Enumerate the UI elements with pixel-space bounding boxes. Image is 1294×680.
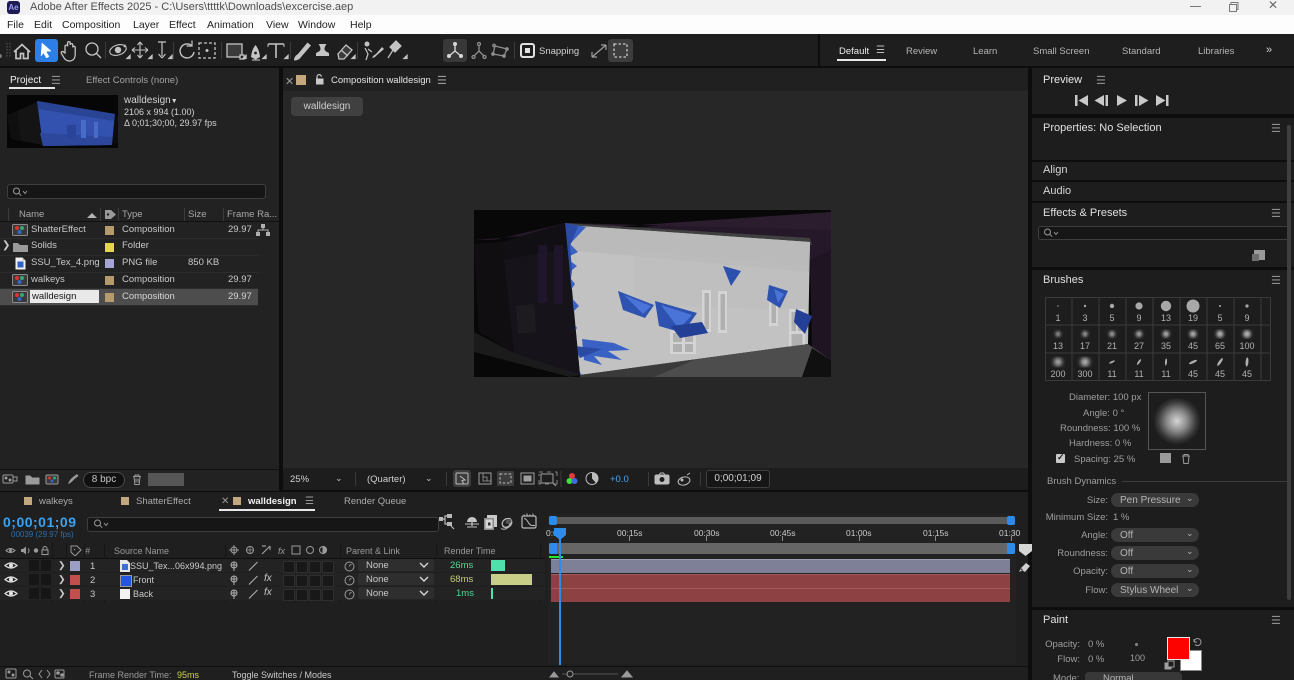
svg-text:19: 19 (1188, 313, 1198, 323)
svg-text:13: 13 (1161, 313, 1171, 323)
svg-text:200: 200 (1050, 369, 1065, 379)
svg-text:17: 17 (1080, 341, 1090, 351)
svg-text:45: 45 (1188, 341, 1198, 351)
svg-text:9: 9 (1136, 313, 1141, 323)
svg-text:45: 45 (1188, 369, 1198, 379)
svg-text:11: 11 (1134, 369, 1143, 379)
svg-text:65: 65 (1215, 341, 1225, 351)
svg-text:100: 100 (1239, 341, 1254, 351)
svg-text:5: 5 (1109, 313, 1114, 323)
svg-text:45: 45 (1215, 369, 1225, 379)
svg-text:9: 9 (1244, 313, 1249, 323)
svg-text:21: 21 (1107, 341, 1117, 351)
svg-text:27: 27 (1134, 341, 1144, 351)
svg-text:fx: fx (278, 546, 286, 556)
svg-text:5: 5 (1217, 313, 1222, 323)
svg-text:13: 13 (1053, 341, 1063, 351)
svg-text:11: 11 (1161, 369, 1170, 379)
svg-text:1: 1 (1055, 313, 1060, 323)
svg-text:300: 300 (1077, 369, 1092, 379)
svg-text:11: 11 (1107, 369, 1116, 379)
svg-text:35: 35 (1161, 341, 1171, 351)
svg-text:3: 3 (1082, 313, 1087, 323)
svg-text:45: 45 (1242, 369, 1252, 379)
